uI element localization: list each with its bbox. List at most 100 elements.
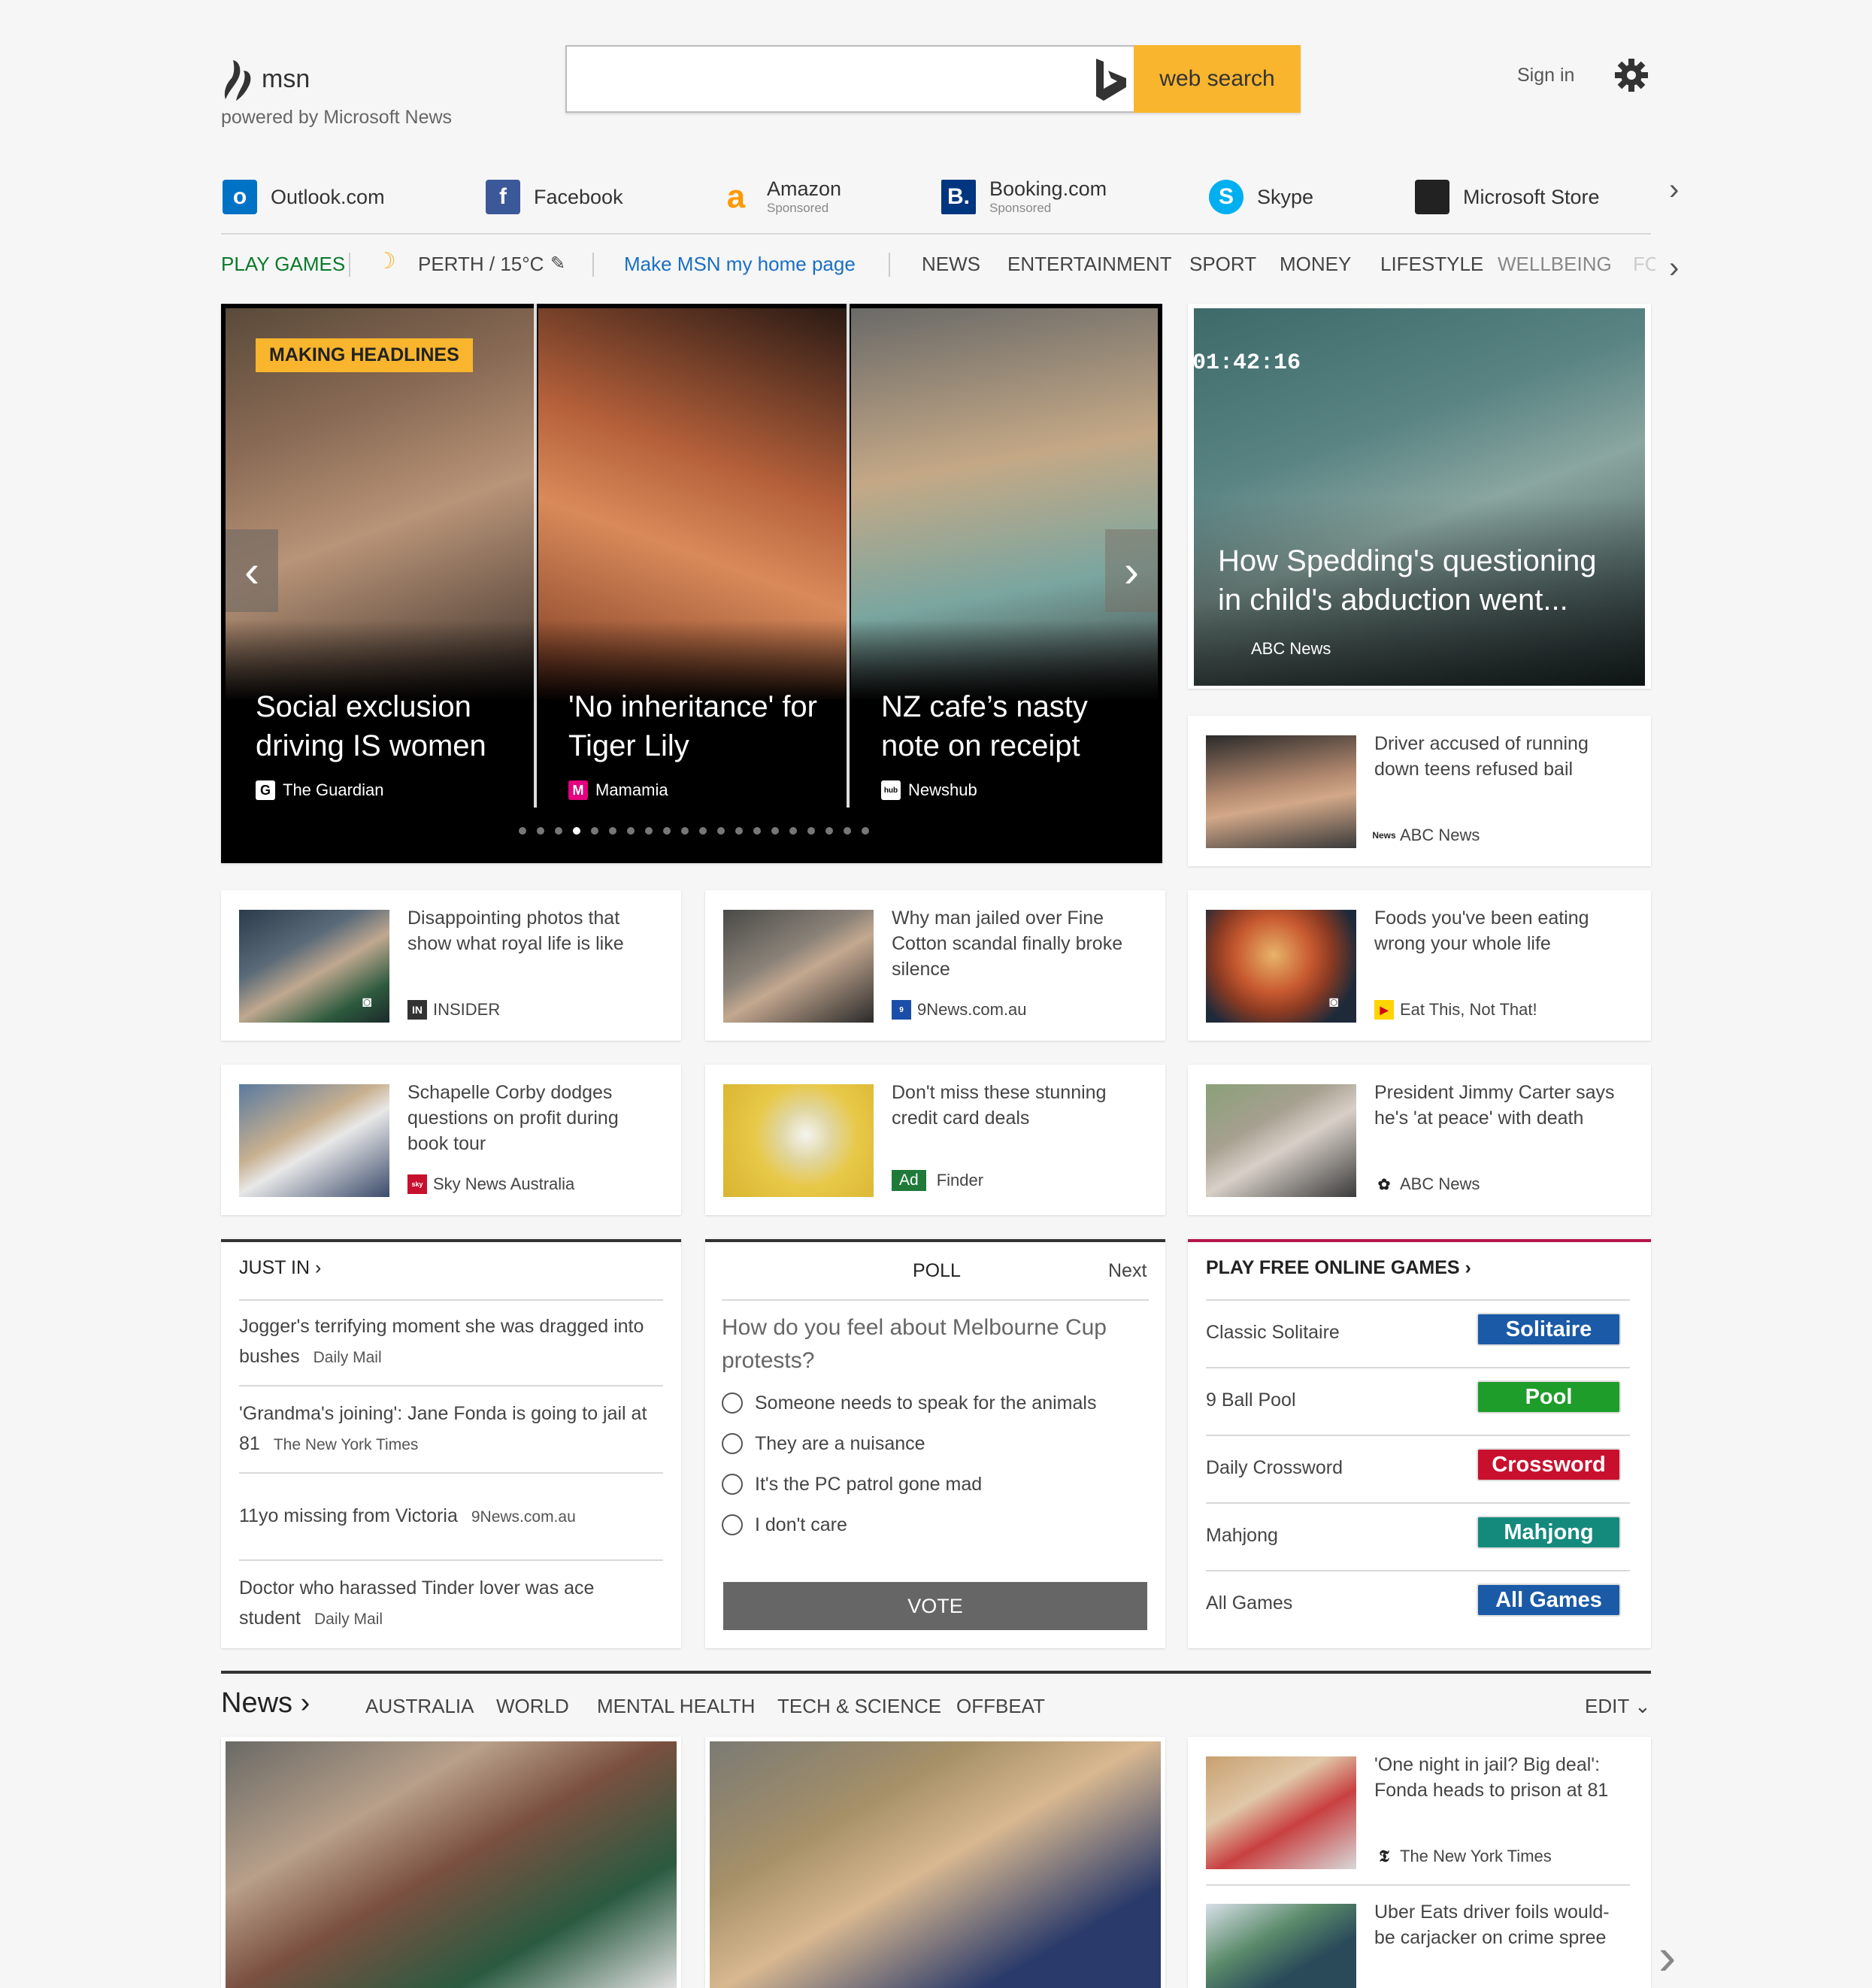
quicklink-booking[interactable]: B. Booking.com Sponsored xyxy=(941,174,1107,220)
news-next-chevron-icon[interactable]: › xyxy=(1658,1926,1676,1986)
card-image[interactable] xyxy=(1206,1756,1356,1869)
slide-source[interactable]: hub Newshub xyxy=(881,780,977,800)
carousel-dot[interactable] xyxy=(717,827,725,835)
feature-card[interactable]: 01:42:16 How Spedding's questioning in c… xyxy=(1188,304,1651,689)
game-label[interactable]: Classic Solitaire xyxy=(1206,1322,1340,1344)
carousel-dot[interactable] xyxy=(753,827,761,835)
quicklink-amazon[interactable]: a Amazon Sponsored xyxy=(719,174,841,220)
news-lead-card[interactable] xyxy=(221,1737,681,1988)
carousel-dot[interactable] xyxy=(645,827,653,835)
quicklink-facebook[interactable]: f Facebook xyxy=(486,174,623,220)
poll-option-label[interactable]: They are a nuisance xyxy=(755,1433,925,1455)
news-edit-dropdown[interactable]: EDIT ⌄ xyxy=(1585,1695,1651,1718)
nav-news[interactable]: NEWS xyxy=(922,253,980,276)
solitaire-button[interactable]: Solitaire xyxy=(1477,1313,1621,1346)
nav-lifestyle[interactable]: LIFESTYLE xyxy=(1380,253,1483,276)
news-card[interactable]: ◙ Foods you've been eating wrong your wh… xyxy=(1188,890,1651,1041)
msn-butterfly-icon[interactable] xyxy=(223,57,256,102)
game-label[interactable]: Daily Crossword xyxy=(1206,1457,1343,1479)
msn-logo-text[interactable]: msn xyxy=(262,65,310,94)
mahjong-button[interactable]: Mahjong xyxy=(1477,1516,1621,1549)
carousel-dot[interactable] xyxy=(519,827,526,835)
news-card[interactable]: Don't miss these stunning credit card de… xyxy=(705,1065,1165,1215)
quicklink-microsoft-store[interactable]: Microsoft Store xyxy=(1415,174,1600,220)
carousel-dot-active[interactable] xyxy=(573,827,580,835)
carousel-dot[interactable] xyxy=(735,827,743,835)
slide-title[interactable]: 'No inheritance' for Tiger Lily xyxy=(568,687,824,765)
nav-wellbeing[interactable]: WELLBEING xyxy=(1498,253,1612,276)
pool-button[interactable]: Pool xyxy=(1477,1380,1621,1414)
poll-option-radio[interactable] xyxy=(722,1514,743,1535)
play-games-link[interactable]: PLAY GAMES xyxy=(221,253,345,276)
slide-title[interactable]: Social exclusion driving IS women xyxy=(256,687,511,765)
news-card[interactable]: ◙ Disappointing photos that show what ro… xyxy=(221,890,681,1041)
news-card[interactable]: President Jimmy Carter says he's 'at pea… xyxy=(1188,1065,1651,1215)
just-in-item[interactable]: 11yo missing from Victoria 9News.com.au xyxy=(239,1501,668,1532)
card-title[interactable]: Uber Eats driver foils would-be carjacke… xyxy=(1374,1899,1630,1950)
carousel-dot[interactable] xyxy=(862,827,869,835)
poll-next-link[interactable]: Next xyxy=(1108,1260,1147,1282)
card-title[interactable]: 'One night in jail? Big deal': Fonda hea… xyxy=(1374,1752,1630,1803)
quicklink-outlook[interactable]: o Outlook.com xyxy=(223,174,385,220)
carousel-dot[interactable] xyxy=(537,827,544,835)
news-tab-mental-health[interactable]: MENTAL HEALTH xyxy=(597,1695,755,1718)
nav-money[interactable]: MONEY xyxy=(1280,253,1351,276)
game-label[interactable]: All Games xyxy=(1206,1593,1292,1614)
poll-option-label[interactable]: I don't care xyxy=(755,1514,847,1536)
poll-option-label[interactable]: It's the PC patrol gone mad xyxy=(755,1474,982,1496)
nav-food[interactable]: FO xyxy=(1633,253,1655,276)
news-tab-world[interactable]: WORLD xyxy=(496,1695,569,1718)
make-home-page-link[interactable]: Make MSN my home page xyxy=(624,253,856,276)
news-tab-australia[interactable]: AUSTRALIA xyxy=(365,1695,474,1718)
carousel-dot[interactable] xyxy=(681,827,689,835)
games-heading[interactable]: PLAY FREE ONLINE GAMES › xyxy=(1206,1257,1471,1279)
news-section-heading[interactable]: News › xyxy=(221,1687,310,1720)
carousel-dot[interactable] xyxy=(771,827,779,835)
carousel-dot[interactable] xyxy=(807,827,815,835)
web-search-button[interactable]: web search xyxy=(1134,45,1301,113)
game-label[interactable]: 9 Ball Pool xyxy=(1206,1389,1296,1411)
news-lead-card[interactable] xyxy=(705,1737,1165,1988)
nav-sport[interactable]: SPORT xyxy=(1189,253,1256,276)
just-in-item[interactable]: Jogger's terrifying moment she was dragg… xyxy=(239,1311,668,1373)
just-in-item[interactable]: Doctor who harassed Tinder lover was ace… xyxy=(239,1573,668,1635)
carousel-dot[interactable] xyxy=(555,827,562,835)
carousel-dot[interactable] xyxy=(699,827,707,835)
just-in-item[interactable]: 'Grandma's joining': Jane Fonda is going… xyxy=(239,1399,668,1460)
quicklink-skype[interactable]: S Skype xyxy=(1209,174,1313,220)
sign-in-link[interactable]: Sign in xyxy=(1517,65,1574,86)
carousel-dot[interactable] xyxy=(789,827,797,835)
crossword-button[interactable]: Crossword xyxy=(1477,1448,1621,1481)
carousel-prev-chevron-icon[interactable]: ‹ xyxy=(226,529,278,612)
pencil-icon[interactable]: ✎ xyxy=(550,253,565,274)
quicklinks-next-chevron-icon[interactable]: › xyxy=(1669,173,1679,207)
carousel-dot[interactable] xyxy=(663,827,671,835)
news-card[interactable]: Schapelle Corby dodges questions on prof… xyxy=(221,1065,681,1215)
gear-icon[interactable] xyxy=(1615,59,1648,92)
nav-next-chevron-icon[interactable]: › xyxy=(1669,251,1679,285)
news-tab-offbeat[interactable]: OFFBEAT xyxy=(956,1695,1045,1718)
poll-option-radio[interactable] xyxy=(722,1474,743,1495)
slide-source[interactable]: G The Guardian xyxy=(256,780,384,800)
slide-source[interactable]: M Mamamia xyxy=(568,780,668,800)
news-card[interactable]: Why man jailed over Fine Cotton scandal … xyxy=(705,890,1165,1041)
poll-option-label[interactable]: Someone needs to speak for the animals xyxy=(755,1393,1096,1414)
carousel-dot[interactable] xyxy=(609,827,616,835)
feature-title[interactable]: How Spedding's questioning in child's ab… xyxy=(1218,541,1624,620)
poll-option-radio[interactable] xyxy=(722,1433,743,1454)
all-games-button[interactable]: All Games xyxy=(1477,1583,1621,1617)
search-input[interactable] xyxy=(580,57,1065,102)
nav-entertainment[interactable]: ENTERTAINMENT xyxy=(1007,253,1172,276)
poll-option-radio[interactable] xyxy=(722,1393,743,1414)
carousel-dot[interactable] xyxy=(825,827,833,835)
news-card[interactable]: Driver accused of running down teens ref… xyxy=(1188,716,1651,866)
carousel-dot[interactable] xyxy=(844,827,851,835)
slide-title[interactable]: NZ cafe’s nasty note on receipt xyxy=(881,687,1137,765)
just-in-heading[interactable]: JUST IN › xyxy=(239,1257,321,1279)
news-tab-tech-science[interactable]: TECH & SCIENCE xyxy=(777,1695,941,1718)
carousel-next-chevron-icon[interactable]: › xyxy=(1105,529,1158,612)
feature-source[interactable]: ABC News xyxy=(1251,639,1331,659)
vote-button[interactable]: VOTE xyxy=(723,1582,1147,1630)
weather-label[interactable]: PERTH / 15°C xyxy=(418,253,544,276)
carousel-dot[interactable] xyxy=(627,827,635,835)
